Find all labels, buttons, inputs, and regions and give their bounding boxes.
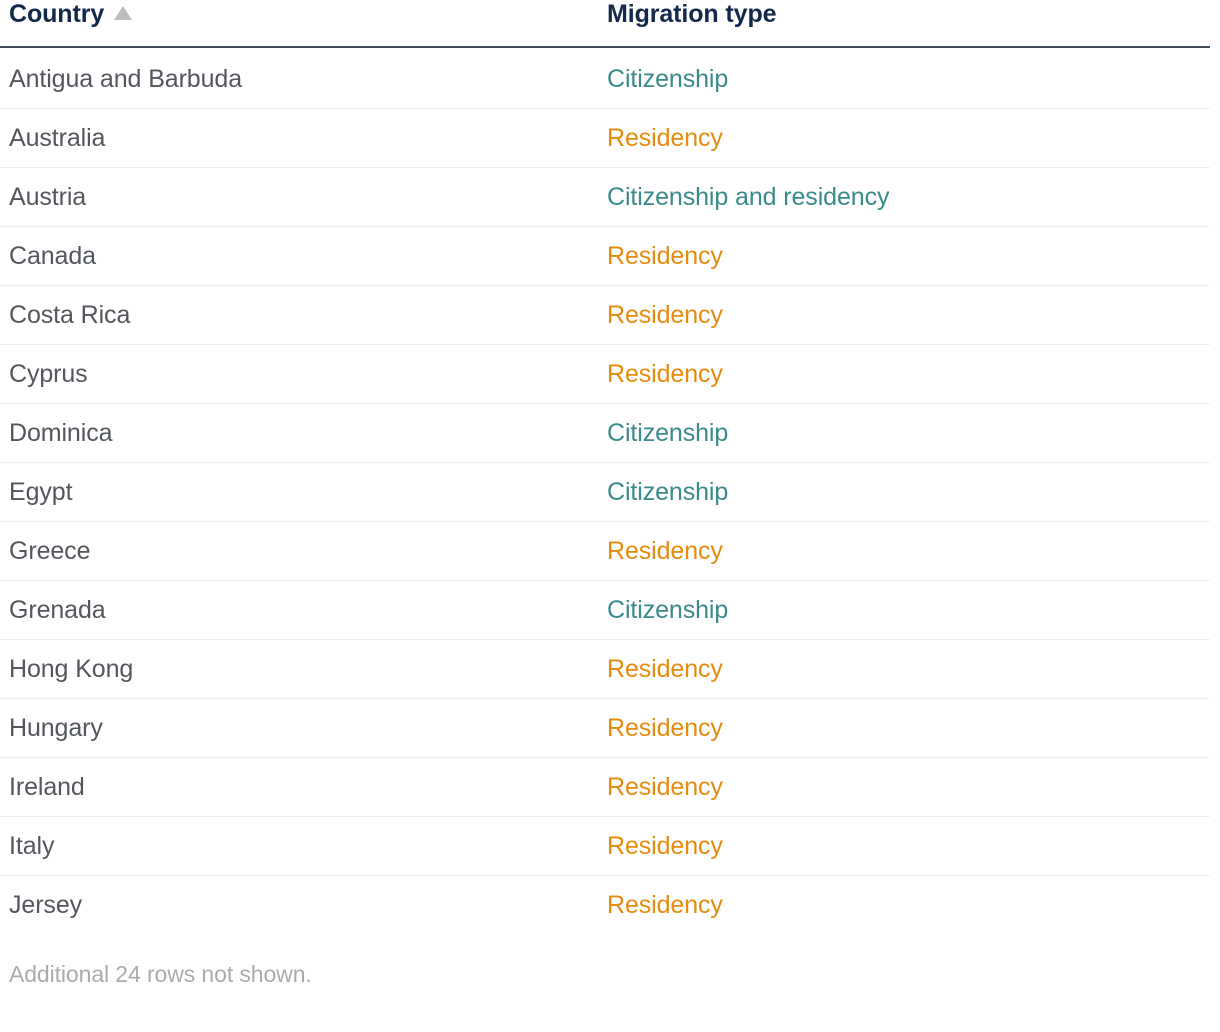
table-row: Canada Residency <box>0 226 1210 286</box>
cell-country: Australia <box>0 108 594 168</box>
cell-migration-type: Residency <box>594 757 1210 817</box>
cell-migration-type: Residency <box>594 108 1210 168</box>
table-row: Egypt Citizenship <box>0 462 1210 522</box>
cell-country: Grenada <box>0 580 594 640</box>
table-row: Ireland Residency <box>0 757 1210 817</box>
header-row: Country Migration type <box>0 0 1210 48</box>
table-row: Antigua and Barbuda Citizenship <box>0 47 1210 109</box>
table-row: Cyprus Residency <box>0 344 1210 404</box>
table-row: Grenada Citizenship <box>0 580 1210 640</box>
table-body: Antigua and Barbuda Citizenship Australia R… <box>0 47 1210 934</box>
migration-table: Country Migration type Antigua and Barbu… <box>0 0 1210 934</box>
cell-country: Greece <box>0 521 594 581</box>
cell-migration-type: Citizenship <box>594 580 1210 640</box>
cell-migration-type: Residency <box>594 226 1210 286</box>
cell-country: Italy <box>0 816 594 876</box>
cell-migration-type: Citizenship <box>594 403 1210 463</box>
cell-migration-type: Residency <box>594 344 1210 404</box>
cell-country: Austria <box>0 167 594 227</box>
table-row: Austria Citizenship and residency <box>0 167 1210 227</box>
cell-migration-type: Residency <box>594 639 1210 699</box>
cell-migration-type: Citizenship and residency <box>594 167 1210 227</box>
rows-not-shown-note: Additional 24 rows not shown. <box>9 961 312 987</box>
cell-country: Ireland <box>0 757 594 817</box>
cell-country: Egypt <box>0 462 594 522</box>
cell-country: Hong Kong <box>0 639 594 699</box>
cell-migration-type: Residency <box>594 285 1210 345</box>
table-row: Jersey Residency <box>0 876 1210 935</box>
cell-country: Antigua and Barbuda <box>0 47 594 109</box>
triangle-up-icon[interactable] <box>114 5 133 20</box>
cell-migration-type: Residency <box>594 698 1210 758</box>
column-header-migration-type[interactable]: Migration type <box>594 0 1210 48</box>
column-header-country-label: Country <box>9 0 105 28</box>
table-row: Australia Residency <box>0 108 1210 168</box>
table-row: Hungary Residency <box>0 698 1210 758</box>
cell-migration-type: Citizenship <box>594 47 1210 109</box>
table-row: Greece Residency <box>0 521 1210 581</box>
cell-migration-type: Residency <box>594 816 1210 876</box>
table-row: Costa Rica Residency <box>0 285 1210 345</box>
column-header-migration-type-label: Migration type <box>607 0 777 28</box>
table-row: Hong Kong Residency <box>0 639 1210 699</box>
table-header: Country Migration type <box>0 0 1210 48</box>
column-header-country[interactable]: Country <box>0 0 594 48</box>
table-container: Country Migration type Antigua and Barbu… <box>0 0 1220 988</box>
cell-country: Jersey <box>9 890 83 919</box>
table-row: Italy Residency <box>0 816 1210 876</box>
cell-country: Dominica <box>0 403 594 463</box>
cell-country: Canada <box>0 226 594 286</box>
cell-migration-type: Citizenship <box>594 462 1210 522</box>
cell-migration-type: Residency <box>607 890 723 919</box>
table-row: Dominica Citizenship <box>0 403 1210 463</box>
cell-country: Costa Rica <box>0 285 594 345</box>
cell-country: Hungary <box>0 698 594 758</box>
cell-country: Cyprus <box>0 344 594 404</box>
cell-migration-type: Residency <box>594 521 1210 581</box>
